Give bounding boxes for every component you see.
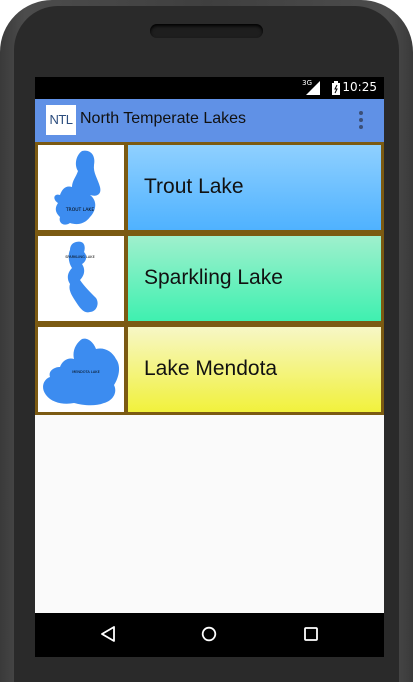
mendota-lake-panel: Lake Mendota: [128, 327, 381, 412]
back-icon[interactable]: [100, 626, 116, 642]
battery-icon: [332, 81, 340, 95]
app-logo-icon: NTL: [46, 105, 76, 135]
trout-lake-map: TROUT LAKE: [38, 145, 128, 230]
mendota-lake-map: MENDOTA LAKE: [38, 327, 128, 412]
screen: 3G 10:25 NTL North Temperate Lakes TROUT…: [35, 77, 384, 657]
phone-frame: 3G 10:25 NTL North Temperate Lakes TROUT…: [0, 0, 413, 682]
lake-row-trout[interactable]: TROUT LAKE Trout Lake: [35, 142, 384, 233]
lake-name: Trout Lake: [144, 175, 244, 198]
overflow-menu-icon[interactable]: [359, 111, 364, 131]
app-title: North Temperate Lakes: [80, 110, 247, 127]
recent-apps-icon[interactable]: [304, 627, 318, 641]
status-bar: 3G 10:25: [35, 77, 384, 99]
phone-speaker: [150, 24, 263, 38]
lake-row-sparkling[interactable]: SPARKLING LAKE Sparkling Lake: [35, 233, 384, 324]
home-icon[interactable]: [201, 626, 217, 642]
mendota-map-label: MENDOTA LAKE: [72, 370, 100, 374]
navigation-bar: [35, 613, 384, 657]
trout-lake-panel: Trout Lake: [128, 145, 381, 230]
sparkling-map-label: SPARKLING LAKE: [65, 255, 95, 259]
lake-name: Lake Mendota: [144, 357, 278, 380]
sparkling-lake-panel: Sparkling Lake: [128, 236, 381, 321]
lake-name: Sparkling Lake: [144, 266, 283, 289]
action-bar: NTL North Temperate Lakes: [35, 99, 384, 142]
signal-icon: [306, 81, 320, 95]
lake-list: TROUT LAKE Trout Lake SPARKLING LAKE Spa…: [35, 142, 384, 415]
lake-row-mendota[interactable]: MENDOTA LAKE Lake Mendota: [35, 324, 384, 415]
trout-map-label: TROUT LAKE: [65, 207, 95, 213]
clock: 10:25: [342, 80, 377, 94]
sparkling-lake-map: SPARKLING LAKE: [38, 236, 128, 321]
